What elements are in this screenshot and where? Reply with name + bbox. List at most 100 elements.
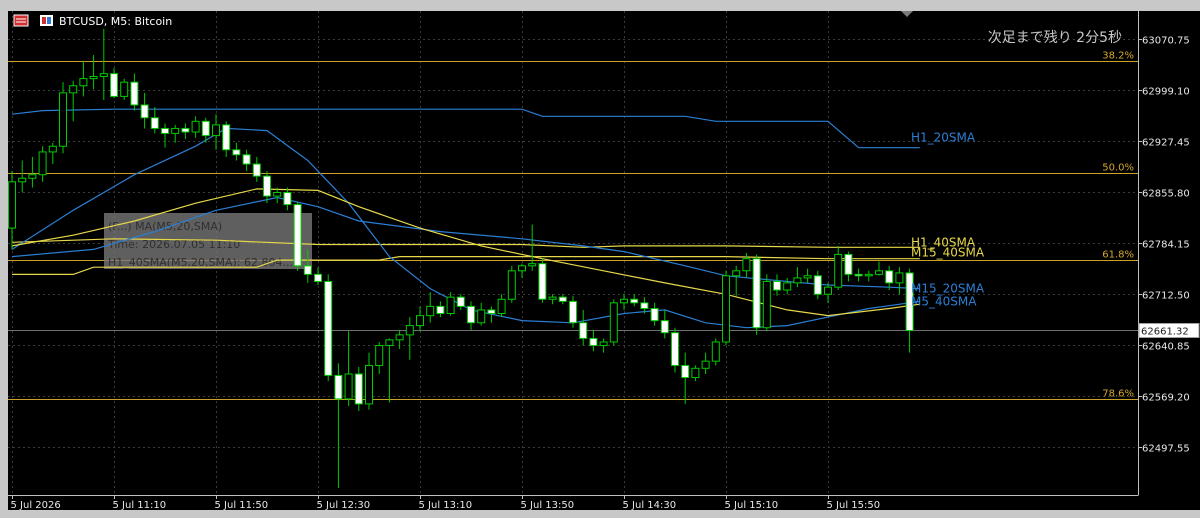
- candle-body: [150, 117, 159, 129]
- time-tick-label: 5 Jul 14:30: [623, 500, 677, 511]
- candle-body: [497, 298, 506, 315]
- candle-body: [79, 78, 88, 87]
- time-tick-label: 5 Jul 2026: [11, 500, 61, 511]
- chart-window: 38.2% 50.0% 61.8% 78.6% (F...) MA(M5,20,SMA…: [0, 0, 1200, 518]
- candle-body: [609, 302, 618, 343]
- candle-body: [28, 174, 37, 179]
- fib-level-label: 50.0%: [1102, 163, 1134, 174]
- candle-body: [507, 270, 516, 300]
- candle-body: [89, 75, 98, 80]
- fib-level-label: 38.2%: [1102, 51, 1134, 62]
- candle-body: [885, 270, 894, 284]
- symbol-icon-mark: [47, 17, 51, 24]
- candle-body: [222, 124, 231, 151]
- candle-body: [232, 149, 241, 156]
- candle-body: [844, 253, 853, 275]
- candle-body: [640, 302, 649, 310]
- candle-body: [895, 272, 904, 284]
- fib-level-label: 61.8%: [1102, 250, 1134, 261]
- price-tick-label: 62784.15: [1142, 240, 1190, 251]
- price-tick-label: 62712.50: [1142, 291, 1190, 302]
- candle-body: [773, 280, 781, 291]
- candle-body: [762, 280, 771, 329]
- candle-body: [344, 373, 353, 400]
- price-tick-label: 62640.85: [1142, 342, 1190, 353]
- candle-body: [518, 265, 526, 272]
- candle-body: [793, 277, 802, 284]
- candle-body: [385, 339, 394, 347]
- candle-body: [375, 345, 384, 366]
- chart-menu-icon[interactable]: [13, 14, 29, 27]
- price-tick-label: 63070.75: [1142, 36, 1190, 47]
- ma-label: H1_20SMA: [911, 131, 976, 145]
- candle-body: [467, 305, 475, 324]
- candle-body: [589, 337, 598, 347]
- candle-body: [426, 305, 435, 317]
- symbol-icon[interactable]: [40, 15, 53, 26]
- candle-body: [191, 120, 200, 133]
- candle-body: [548, 296, 557, 300]
- candle-body: [365, 364, 373, 405]
- candle-body: [48, 145, 57, 153]
- candle-body: [701, 360, 710, 369]
- candle-body: [140, 104, 149, 119]
- time-axis-panel: [8, 495, 1200, 510]
- time-tick-label: 5 Jul 13:10: [419, 500, 473, 511]
- candle-body: [538, 263, 547, 300]
- candle-body: [752, 258, 761, 329]
- candle-body: [446, 296, 455, 315]
- candle-body: [38, 151, 47, 176]
- candle-body: [875, 270, 883, 275]
- candle-body: [293, 204, 302, 267]
- candle-body: [354, 373, 363, 405]
- candle-body: [650, 308, 659, 322]
- candle-body: [528, 263, 537, 267]
- candle-body: [436, 305, 445, 315]
- candle-body: [477, 309, 486, 324]
- current-price-label: 62661.32: [1141, 327, 1189, 338]
- candle-body: [783, 282, 792, 291]
- candle-body: [8, 181, 16, 229]
- ma-label: M5_40SMA: [911, 294, 977, 308]
- candle-body: [395, 334, 404, 341]
- candle-body: [722, 275, 730, 343]
- price-axis-panel: [1138, 11, 1200, 495]
- candle-body: [252, 163, 261, 177]
- candle-body: [59, 92, 67, 147]
- candle-body: [579, 322, 588, 339]
- candle-body: [18, 177, 27, 183]
- candle-body: [864, 273, 873, 277]
- candle-body: [99, 73, 108, 77]
- price-tick-label: 62999.10: [1142, 87, 1190, 98]
- candle-body: [120, 81, 129, 97]
- ma-label: M15_40SMA: [911, 245, 985, 259]
- candle-body: [273, 192, 282, 197]
- candle-body: [405, 325, 414, 336]
- tooltip-line-1: (F...) MA(M5,20,SMA): [108, 220, 222, 233]
- candle-body: [161, 127, 169, 134]
- price-chart[interactable]: 38.2% 50.0% 61.8% 78.6% (F...) MA(M5,20,SMA…: [0, 0, 1200, 518]
- price-tick-label: 62927.45: [1142, 138, 1190, 149]
- price-tick-label: 62497.55: [1142, 444, 1190, 455]
- candle-body: [660, 320, 669, 334]
- time-tick-label: 5 Jul 15:10: [725, 500, 779, 511]
- candle-body: [813, 275, 822, 295]
- candle-body: [283, 192, 292, 206]
- candle-body: [324, 280, 333, 376]
- candle-body: [130, 81, 139, 106]
- price-tick-label: 62855.80: [1142, 189, 1190, 200]
- candle-body: [171, 127, 180, 134]
- candle-body: [303, 265, 312, 275]
- candle-body: [569, 300, 577, 324]
- bar-countdown: 次足まで残り 2分5秒: [988, 30, 1122, 46]
- candle-body: [487, 309, 496, 314]
- candle-body: [242, 154, 251, 165]
- candle-body: [742, 258, 751, 272]
- fib-level-label: 78.6%: [1102, 389, 1134, 400]
- candle-body: [334, 374, 343, 400]
- candle-body: [314, 273, 322, 282]
- candle-body: [456, 296, 465, 307]
- symbol-icon-mark: [42, 17, 46, 24]
- candle-body: [803, 275, 812, 279]
- time-tick-label: 5 Jul 11:10: [113, 500, 167, 511]
